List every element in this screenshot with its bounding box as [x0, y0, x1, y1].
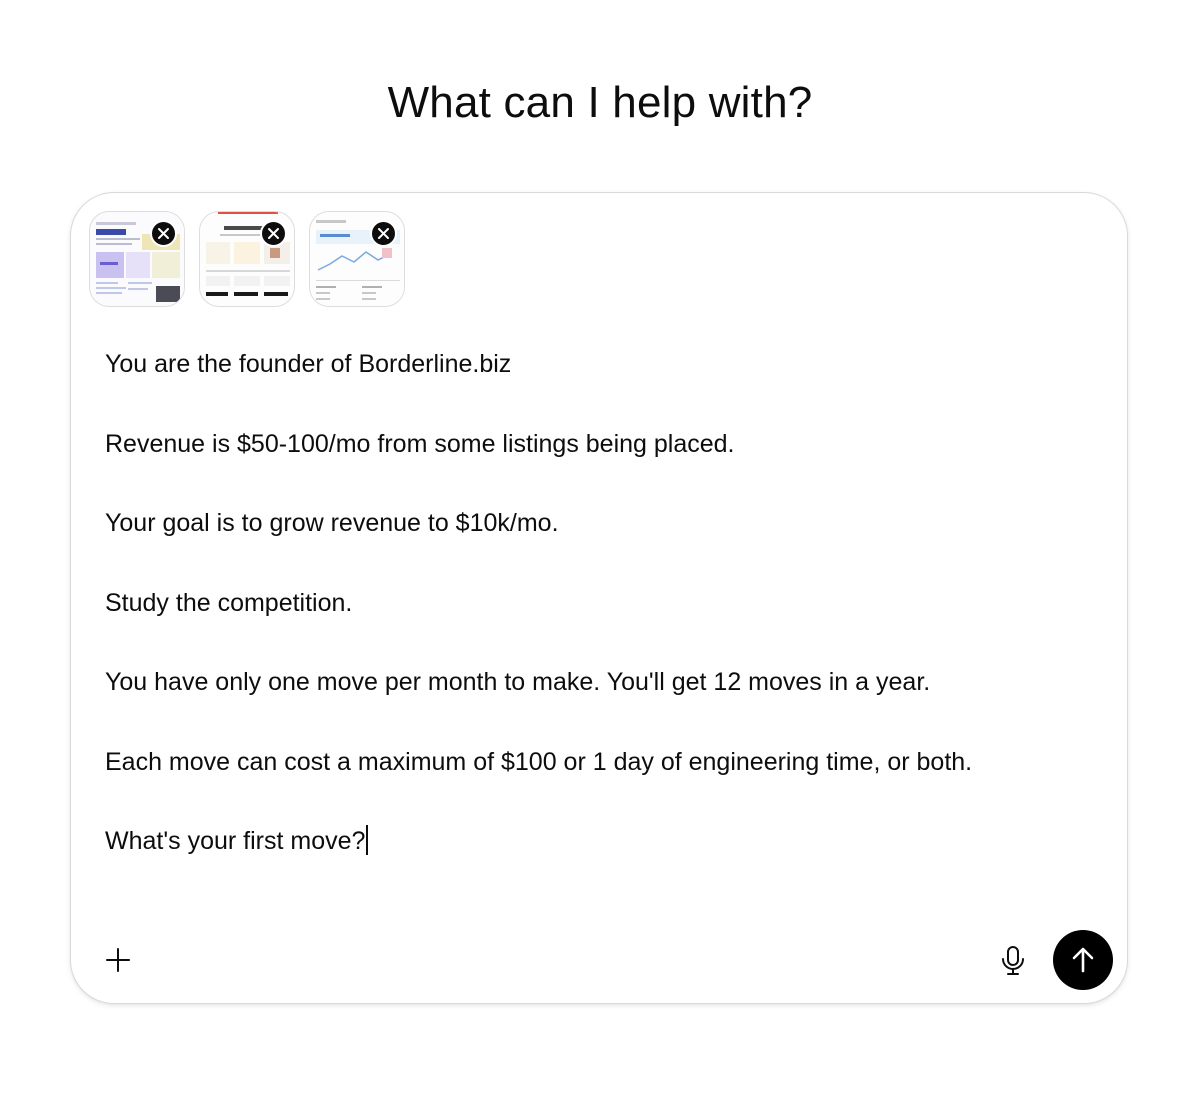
prompt-line: Your goal is to grow revenue to $10k/mo.: [105, 509, 559, 537]
close-icon: [378, 228, 389, 239]
close-icon: [158, 228, 169, 239]
chat-home: What can I help with? You are the founde…: [0, 0, 1200, 1099]
microphone-icon: [1002, 946, 1024, 975]
prompt-textarea[interactable]: You are the founder of Borderline.biz Re…: [105, 348, 1095, 857]
prompt-line-text: What's your first move?: [105, 827, 366, 855]
prompt-line: You have only one move per month to make…: [105, 668, 931, 696]
add-attachment-button[interactable]: [99, 941, 137, 979]
prompt-line: Study the competition.: [105, 588, 353, 617]
attachment-thumbnail[interactable]: [309, 211, 405, 307]
attachment-thumbnail[interactable]: [199, 211, 295, 307]
prompt-line: Each move can cost a maximum of $100 or …: [105, 747, 973, 776]
close-icon: [268, 228, 279, 239]
prompt-line: Revenue is $50-100/mo from some listings…: [105, 429, 735, 458]
prompt-composer[interactable]: You are the founder of Borderline.biz Re…: [70, 192, 1128, 1004]
page-title: What can I help with?: [387, 78, 813, 127]
voice-input-button[interactable]: [993, 941, 1033, 981]
remove-attachment-button[interactable]: [150, 220, 177, 247]
prompt-line: You are the founder of Borderline.biz: [105, 350, 512, 378]
remove-attachment-button[interactable]: [260, 220, 287, 247]
text-cursor: [366, 825, 368, 855]
arrow-up-icon: [1072, 947, 1094, 973]
send-button[interactable]: [1053, 930, 1113, 990]
attachments-row: [89, 211, 405, 307]
prompt-line-last: What's your first move?: [105, 825, 1095, 857]
plus-icon: [106, 948, 130, 972]
remove-attachment-button[interactable]: [370, 220, 397, 247]
attachment-thumbnail[interactable]: [89, 211, 185, 307]
